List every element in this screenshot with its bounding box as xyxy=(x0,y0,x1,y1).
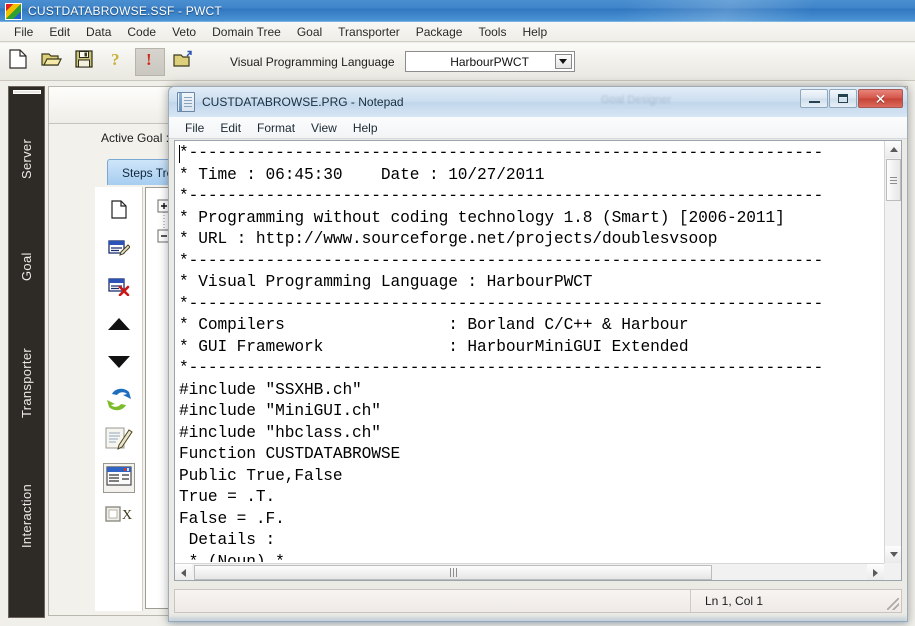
menu-help[interactable]: Help xyxy=(514,23,555,41)
notepad-window-controls: ✕ xyxy=(799,89,903,108)
close-icon: ✕ xyxy=(874,90,887,107)
scroll-right-icon[interactable] xyxy=(867,564,884,580)
vertical-tab-strip: Server Goal Transporter Interaction xyxy=(8,86,45,618)
pwct-menu-bar: File Edit Data Code Veto Domain Tree Goa… xyxy=(0,22,915,42)
menu-file[interactable]: File xyxy=(6,23,41,41)
vertical-scroll-thumb[interactable] xyxy=(886,159,901,201)
grid-delete-icon xyxy=(107,276,130,301)
folder-arrow-icon xyxy=(172,50,194,74)
open-goal-button[interactable] xyxy=(168,48,198,76)
notepad-pencil-icon xyxy=(105,426,133,455)
sidebar-tab-server[interactable]: Server xyxy=(9,99,44,219)
toolbar-language-label: Visual Programming Language xyxy=(230,54,395,69)
horizontal-scrollbar[interactable] xyxy=(175,563,884,580)
edit-note-button[interactable] xyxy=(103,425,135,455)
edit-step-button[interactable] xyxy=(103,235,135,265)
menu-goal[interactable]: Goal xyxy=(289,23,330,41)
move-down-button[interactable] xyxy=(103,349,135,379)
scroll-left-icon[interactable] xyxy=(175,564,192,580)
menu-veto[interactable]: Veto xyxy=(164,23,204,41)
close-step-button[interactable]: X xyxy=(103,501,135,531)
notepad-menu-bar: File Edit Format View Help xyxy=(169,117,907,139)
refresh-button[interactable] xyxy=(103,387,135,417)
notepad-window: CUSTDATABROWSE.PRG - Notepad Goal Design… xyxy=(168,86,908,622)
refresh-icon xyxy=(105,387,133,418)
status-line-column: Ln 1, Col 1 xyxy=(705,594,764,608)
new-step-button[interactable] xyxy=(103,197,135,227)
properties-button[interactable] xyxy=(102,463,135,493)
save-icon xyxy=(75,50,93,73)
sidebar-tab-transporter[interactable]: Transporter xyxy=(9,315,44,451)
svg-text:X: X xyxy=(122,508,132,523)
scroll-thumb-grip-h xyxy=(449,568,457,577)
notepad-menu-help[interactable]: Help xyxy=(345,119,386,137)
scroll-up-icon[interactable] xyxy=(885,141,901,158)
pwct-toolbar: ? ! Visual Programming Language HarbourP… xyxy=(0,43,915,81)
exclamation-icon: ! xyxy=(145,49,155,74)
window-list-icon xyxy=(105,465,132,491)
restore-button[interactable] xyxy=(829,89,857,108)
scrollbar-corner xyxy=(884,563,901,580)
menu-package[interactable]: Package xyxy=(408,23,471,41)
window-shadow xyxy=(168,618,908,626)
grid-edit-icon xyxy=(107,238,131,263)
move-up-button[interactable] xyxy=(103,311,135,341)
menu-domain-tree[interactable]: Domain Tree xyxy=(204,23,289,41)
notepad-title-bar[interactable]: CUSTDATABROWSE.PRG - Notepad Goal Design… xyxy=(169,87,907,118)
notepad-menu-view[interactable]: View xyxy=(303,119,345,137)
menu-edit[interactable]: Edit xyxy=(41,23,78,41)
minimize-icon xyxy=(808,101,820,103)
scroll-down-icon[interactable] xyxy=(885,546,901,563)
new-step-icon xyxy=(110,200,127,224)
notepad-menu-edit[interactable]: Edit xyxy=(212,119,249,137)
vertical-scrollbar[interactable] xyxy=(884,141,901,563)
new-file-icon xyxy=(9,49,27,74)
sidebar-tab-interaction[interactable]: Interaction xyxy=(9,451,44,581)
open-folder-icon xyxy=(40,50,62,73)
sidebar-tab-goal[interactable]: Goal xyxy=(9,219,44,315)
notepad-status-bar: Ln 1, Col 1 xyxy=(174,589,902,613)
menu-tools[interactable]: Tools xyxy=(470,23,514,41)
active-goal-label: Active Goal : xyxy=(101,131,170,145)
menu-data[interactable]: Data xyxy=(78,23,119,41)
triangle-down-icon xyxy=(107,355,131,374)
notepad-menu-format[interactable]: Format xyxy=(249,119,303,137)
notepad-window-title: CUSTDATABROWSE.PRG - Notepad xyxy=(202,95,404,109)
triangle-up-icon xyxy=(107,317,131,336)
goal-designer-ghost-label: Goal Designer xyxy=(601,94,672,106)
pwct-title-bar[interactable]: CUSTDATABROWSE.SSF - PWCT xyxy=(0,0,915,22)
resize-grip[interactable] xyxy=(887,598,899,610)
open-folder-button[interactable] xyxy=(36,48,66,76)
restore-icon xyxy=(838,94,848,103)
menu-transporter[interactable]: Transporter xyxy=(330,23,408,41)
svg-text:!: ! xyxy=(146,50,152,69)
close-button[interactable]: ✕ xyxy=(858,89,903,108)
notepad-document-icon xyxy=(177,92,195,112)
help-button[interactable]: ? xyxy=(102,48,132,76)
svg-text:?: ? xyxy=(111,50,120,69)
menu-code[interactable]: Code xyxy=(119,23,164,41)
designer-icon-palette: X xyxy=(95,187,143,611)
delete-step-button[interactable] xyxy=(103,273,135,303)
status-bar-left-cell xyxy=(175,590,691,612)
run-button[interactable]: ! xyxy=(135,47,165,76)
language-combo-value: HarbourPWCT xyxy=(450,54,529,69)
save-button[interactable] xyxy=(69,48,99,76)
pwct-logo-icon xyxy=(5,2,22,20)
notepad-menu-file[interactable]: File xyxy=(177,119,212,137)
checkbox-x-icon: X xyxy=(104,505,133,528)
notepad-text-area[interactable]: *---------------------------------------… xyxy=(174,140,902,581)
horizontal-scroll-thumb[interactable] xyxy=(194,565,712,580)
new-file-button[interactable] xyxy=(3,48,33,76)
language-combo[interactable]: HarbourPWCT xyxy=(404,51,575,72)
chevron-down-icon[interactable] xyxy=(554,54,572,69)
pwct-window-title: CUSTDATABROWSE.SSF - PWCT xyxy=(28,4,222,18)
scroll-thumb-grip xyxy=(890,176,897,184)
notepad-text-content[interactable]: *---------------------------------------… xyxy=(179,143,883,562)
question-mark-icon: ? xyxy=(110,49,124,74)
minimize-button[interactable] xyxy=(800,89,828,108)
